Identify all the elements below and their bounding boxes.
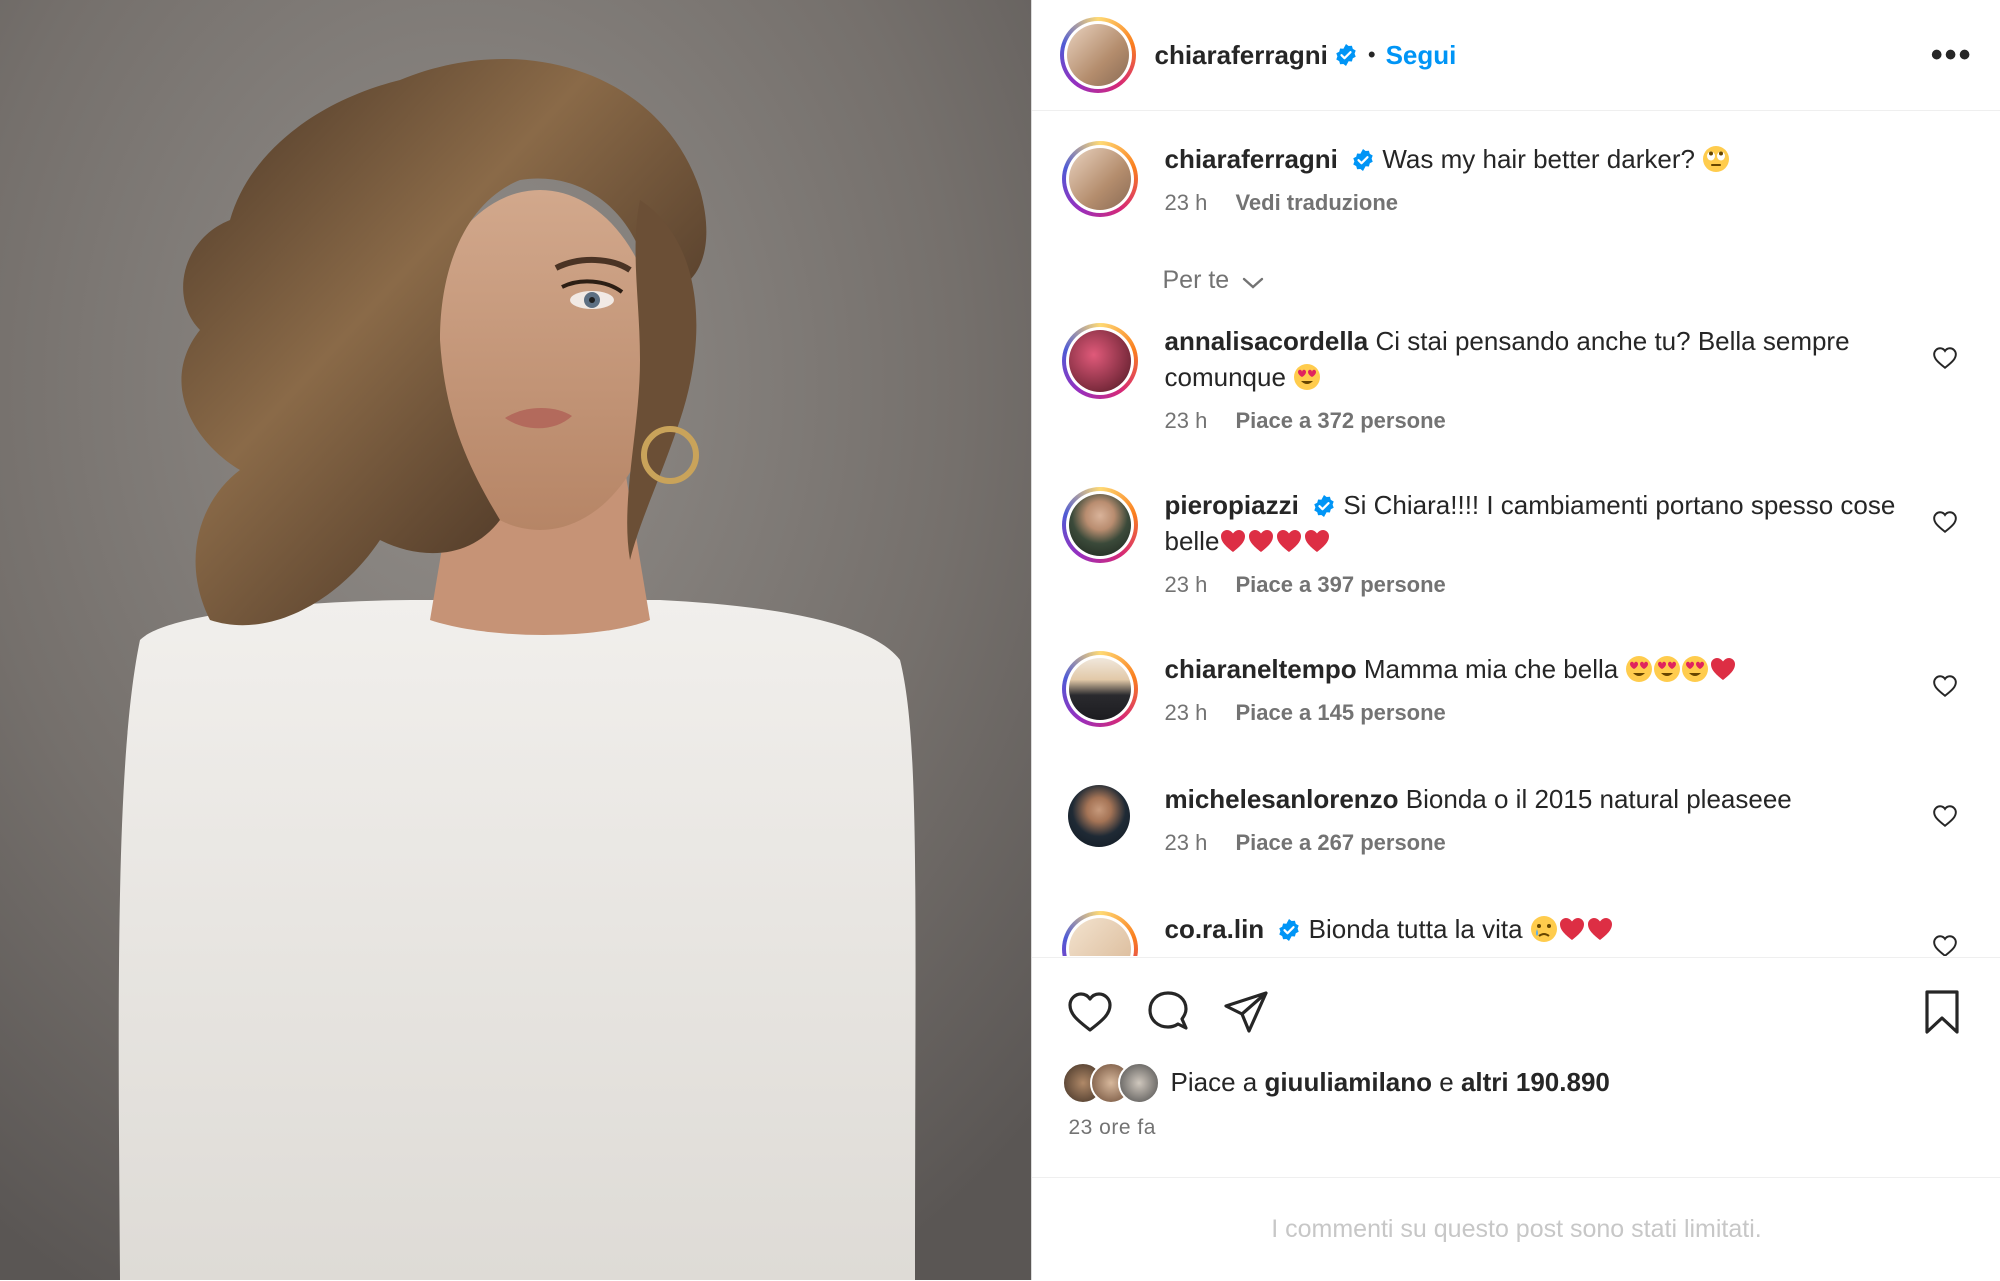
bookmark-save-icon[interactable] [1918, 988, 1966, 1036]
comment-time: 23 h [1164, 830, 1208, 855]
commenter-avatar[interactable] [1062, 651, 1139, 727]
commenter-avatar[interactable] [1062, 911, 1139, 956]
like-heart-icon[interactable] [1066, 988, 1114, 1036]
comments-list[interactable]: chiaraferragni Was my hair better darker… [1032, 111, 2000, 956]
like-comment-heart-icon[interactable] [1932, 933, 1958, 956]
likes-summary[interactable]: Piace a giuuliamilano e altri 190.890 [1062, 1062, 1610, 1104]
verified-badge-icon [1279, 919, 1300, 941]
chevron-down-icon [1242, 277, 1264, 289]
comment-text: Bionda tutta la vita [1308, 914, 1523, 944]
separator-dot: • [1367, 42, 1376, 67]
author-username[interactable]: chiaraferragni [1154, 40, 1327, 71]
like-comment-heart-icon[interactable] [1932, 673, 1958, 699]
comment-text: Ci stai pensando anche tu? Bella sempre [1375, 326, 1850, 356]
post-time-ago: 23 ore fa [1068, 1116, 1156, 1139]
follow-button[interactable]: Segui [1386, 40, 1457, 71]
like-comment-heart-icon[interactable] [1932, 803, 1958, 829]
like-comment-heart-icon[interactable] [1932, 509, 1958, 535]
instagram-post-view: chiaraferragni • Segui ••• chiaraferragn… [0, 0, 2000, 1280]
commenter-username[interactable]: annalisacordella [1164, 326, 1368, 356]
caption-avatar[interactable] [1062, 141, 1139, 217]
red-heart-emoji-icon [1305, 530, 1330, 552]
verified-badge-icon [1353, 149, 1373, 171]
crying-emoji-icon [1530, 916, 1557, 942]
caption-time: 23 h [1164, 190, 1208, 215]
comment-time: 23 h [1164, 572, 1208, 597]
like-comment-heart-icon[interactable] [1932, 345, 1958, 371]
post-actions: Piace a giuuliamilano e altri 190.890 23… [1032, 957, 2000, 1178]
commenter-avatar[interactable] [1068, 785, 1131, 847]
likes-conj: e [1439, 1066, 1454, 1097]
commenter-username[interactable]: co.ra.lin [1164, 914, 1264, 944]
post-header: chiaraferragni • Segui ••• [1032, 0, 2000, 111]
verified-badge-icon [1336, 44, 1356, 66]
likes-prefix: Piace a [1170, 1066, 1258, 1097]
comment-filter-label: Per te [1162, 266, 1230, 294]
post-photo[interactable] [0, 0, 1032, 1280]
comment-likes[interactable]: Piace a 267 persone [1235, 830, 1445, 855]
commenter-username[interactable]: chiaraneltempo [1164, 654, 1356, 684]
caption-text: Was my hair better darker? [1382, 144, 1695, 174]
author-avatar[interactable] [1060, 17, 1137, 93]
comment-text-cont: comunque [1164, 362, 1286, 392]
translate-link[interactable]: Vedi traduzione [1235, 190, 1398, 215]
commenter-avatar[interactable] [1062, 323, 1139, 399]
red-heart-emoji-icon [1277, 530, 1302, 552]
comment-likes[interactable]: Piace a 145 persone [1235, 700, 1445, 725]
heart-eyes-emoji-icon [1294, 364, 1321, 390]
liker-avatar [1118, 1062, 1161, 1104]
comments-limited-notice: I commenti su questo post sono stati lim… [1032, 1177, 2000, 1281]
verified-badge-icon [1314, 495, 1334, 517]
red-heart-emoji-icon [1249, 530, 1274, 552]
comment-time: 23 h [1164, 700, 1208, 725]
more-options-icon[interactable]: ••• [1931, 36, 1973, 75]
heart-eyes-emoji-icon [1654, 656, 1681, 682]
comment-time: 23 h [1164, 408, 1208, 433]
caption-username[interactable]: chiaraferragni [1164, 144, 1337, 174]
comment-text: Mamma mia che bella [1363, 654, 1619, 684]
heart-eyes-emoji-icon [1682, 656, 1709, 682]
comment-likes[interactable]: Piace a 397 persone [1235, 572, 1445, 597]
comment-text: Bionda o il 2015 natural pleaseee [1405, 784, 1792, 814]
liked-by-user[interactable]: giuuliamilano [1264, 1067, 1432, 1098]
portrait-image [0, 0, 1032, 1280]
post-sidebar: chiaraferragni • Segui ••• chiaraferragn… [1031, 0, 2000, 1280]
commenter-username[interactable]: pieropiazzi [1164, 490, 1298, 520]
commenter-avatar[interactable] [1062, 487, 1139, 563]
liker-avatars [1062, 1062, 1162, 1104]
red-heart-emoji-icon [1559, 918, 1584, 940]
red-heart-emoji-icon [1221, 530, 1246, 552]
comment-text: Si Chiara!!!! I cambiamenti portano spes… [1343, 490, 1896, 520]
commenter-username[interactable]: michelesanlorenzo [1164, 784, 1398, 814]
red-heart-emoji-icon [1711, 658, 1736, 680]
comment-filter-dropdown[interactable]: Per te [1162, 266, 1264, 295]
comment-likes[interactable]: Piace a 372 persone [1235, 408, 1445, 433]
comment-text-cont: belle [1164, 526, 1220, 556]
likes-others[interactable]: altri 190.890 [1461, 1067, 1610, 1098]
comment-bubble-icon[interactable] [1144, 988, 1192, 1036]
share-send-icon[interactable] [1222, 988, 1270, 1036]
eye-roll-emoji-icon [1703, 146, 1730, 172]
heart-eyes-emoji-icon [1626, 656, 1653, 682]
red-heart-emoji-icon [1587, 918, 1612, 940]
